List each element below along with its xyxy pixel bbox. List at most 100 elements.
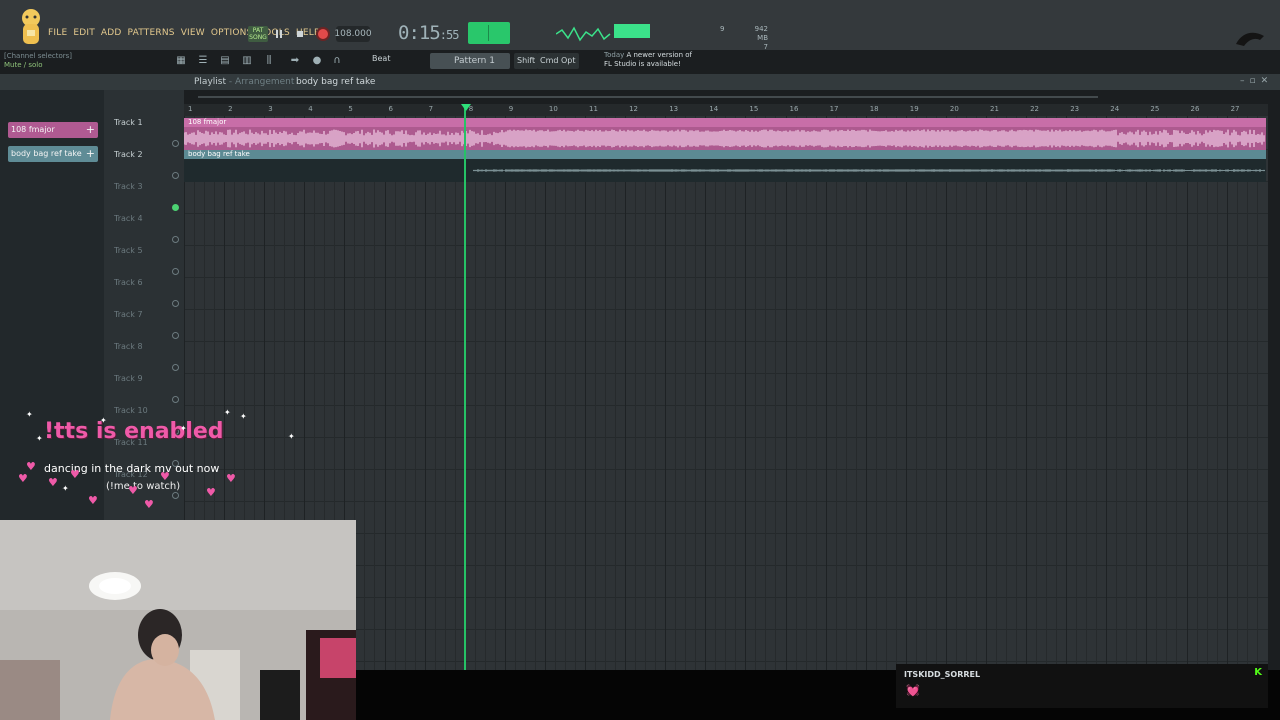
track-label[interactable]: Track 8 <box>114 342 143 351</box>
menu-patterns[interactable]: PATTERNS <box>128 28 175 38</box>
pattern-selector[interactable]: Pattern 1 <box>430 53 510 69</box>
grid-line <box>815 116 817 670</box>
picker-clip-108-fmajor[interactable]: 108 fmajor + <box>8 122 98 138</box>
playlist-titlebar[interactable] <box>0 74 1280 90</box>
bar-number: 14 <box>709 105 719 113</box>
audio-clip-body-bag-ref-take[interactable]: body bag ref take <box>184 150 1266 182</box>
bar-number: 19 <box>909 105 919 113</box>
grid-line <box>1116 116 1118 670</box>
track-label[interactable]: Track 3 <box>114 182 143 191</box>
grid-line <box>1136 116 1138 670</box>
grid-line <box>1246 116 1248 670</box>
grid-line <box>655 116 657 670</box>
grid-line <box>1026 116 1028 670</box>
track-mute-button[interactable] <box>172 332 179 339</box>
track-mute-button[interactable] <box>172 140 179 147</box>
menu-edit[interactable]: EDIT <box>73 28 95 38</box>
grid-line <box>865 116 867 670</box>
track-mute-button[interactable] <box>172 492 179 499</box>
grid-line <box>1016 116 1018 670</box>
playhead-line[interactable] <box>464 104 466 670</box>
grid-line <box>414 116 416 670</box>
track-label[interactable]: Track 2 <box>114 150 143 159</box>
bar-number: 7 <box>428 105 434 113</box>
playlist-title-sub: - Arrangement <box>228 77 295 87</box>
track-label[interactable]: Track 6 <box>114 278 143 287</box>
menu-file[interactable]: FILE <box>48 28 67 38</box>
track-mute-button[interactable] <box>172 300 179 307</box>
track-mute-button[interactable] <box>172 364 179 371</box>
sparkle-icon: ✦ <box>224 408 231 417</box>
fl-logo-icon[interactable] <box>1232 28 1268 50</box>
heart-icon: ♥ <box>206 486 216 499</box>
grid-line <box>524 116 526 670</box>
channel-rack-icon[interactable]: ☰ <box>196 54 210 67</box>
shift-key-button[interactable]: Shift <box>514 53 539 69</box>
track-mute-button[interactable] <box>172 396 179 403</box>
bar-number: 9 <box>508 105 514 113</box>
menu-options[interactable]: OPTIONS <box>211 28 253 38</box>
scrollbar-thumb[interactable] <box>198 96 1098 98</box>
grid-line <box>845 116 847 670</box>
snap-selector[interactable]: Beat <box>372 54 390 63</box>
track-label[interactable]: Track 7 <box>114 310 143 319</box>
grid-line <box>1096 116 1098 670</box>
grid-line <box>374 116 376 670</box>
opt-key-button[interactable]: Opt <box>558 53 579 69</box>
magnet-icon[interactable]: ∩ <box>330 54 344 67</box>
horizontal-scrollbar[interactable] <box>184 93 1268 101</box>
grid-line <box>625 116 627 670</box>
playlist-pattern-name[interactable]: body bag ref take <box>296 77 375 87</box>
menu-add[interactable]: ADD <box>101 28 122 38</box>
track-mute-button[interactable] <box>172 236 179 243</box>
grid-line <box>955 116 957 670</box>
grid-line <box>675 116 677 670</box>
plugin-icon[interactable]: ➡ <box>288 54 302 67</box>
news-panel[interactable]: Today A newer version of FL Studio is av… <box>604 51 692 69</box>
grid-line <box>615 116 617 670</box>
pat-song-toggle[interactable]: PAT SONG <box>248 26 268 42</box>
bar-number: 21 <box>990 105 999 113</box>
timeline-ruler[interactable]: 1 2 3 4 5 6 7 8 9 10 11 12 13 14 15 16 17 18 19 20 21 22 23 24 2… <box>184 104 1268 116</box>
playlist-icon[interactable]: ▦ <box>174 54 188 67</box>
sparkle-icon: ✦ <box>62 484 69 493</box>
track-mute-button[interactable] <box>172 268 179 275</box>
heart-icon: ♥ <box>70 468 80 481</box>
play-pause-button[interactable] <box>272 25 286 43</box>
picker-clip-body-bag[interactable]: body bag ref take + <box>8 146 98 162</box>
song-time-display[interactable]: 0:15:55 <box>398 22 460 44</box>
track-mute-button[interactable] <box>172 172 179 179</box>
browser-icon[interactable]: ⫼ <box>262 54 276 67</box>
menu-view[interactable]: VIEW <box>181 28 205 38</box>
time-sub: :55 <box>439 28 460 42</box>
plus-icon[interactable]: + <box>86 122 95 138</box>
heart-icon: ♥ <box>48 476 58 489</box>
audio-clip-108-fmajor[interactable]: 108 fmajor <box>184 118 1266 150</box>
grid-line <box>434 116 436 670</box>
grid-line <box>404 116 406 670</box>
grid-line <box>1176 116 1178 670</box>
window-controls[interactable]: –▫✕ <box>1240 76 1273 86</box>
pattern-song-switch[interactable] <box>468 22 510 44</box>
track-label[interactable]: Track 10 <box>114 406 148 415</box>
piano-roll-icon[interactable]: ▤ <box>218 54 232 67</box>
grid-line <box>875 116 877 670</box>
grid-line <box>855 116 857 670</box>
track-label[interactable]: Track 5 <box>114 246 143 255</box>
microphone-icon[interactable]: ● <box>310 54 324 67</box>
track-label[interactable]: Track 1 <box>114 118 143 127</box>
track-label[interactable]: Track 4 <box>114 214 143 223</box>
plus-icon[interactable]: + <box>86 146 95 162</box>
grid-line <box>705 116 707 670</box>
grid-line <box>574 116 576 670</box>
mixer-icon[interactable]: ▥ <box>240 54 254 67</box>
grid-line <box>1206 116 1208 670</box>
stop-button[interactable] <box>294 25 306 43</box>
record-button[interactable] <box>314 25 332 43</box>
tempo-display[interactable]: 108.000 <box>334 26 372 42</box>
grid-line <box>494 116 496 670</box>
time-main: 0:15 <box>398 22 441 44</box>
playhead-marker-icon[interactable] <box>461 104 471 111</box>
track-label[interactable]: Track 9 <box>114 374 143 383</box>
track-mute-button[interactable] <box>172 204 179 211</box>
